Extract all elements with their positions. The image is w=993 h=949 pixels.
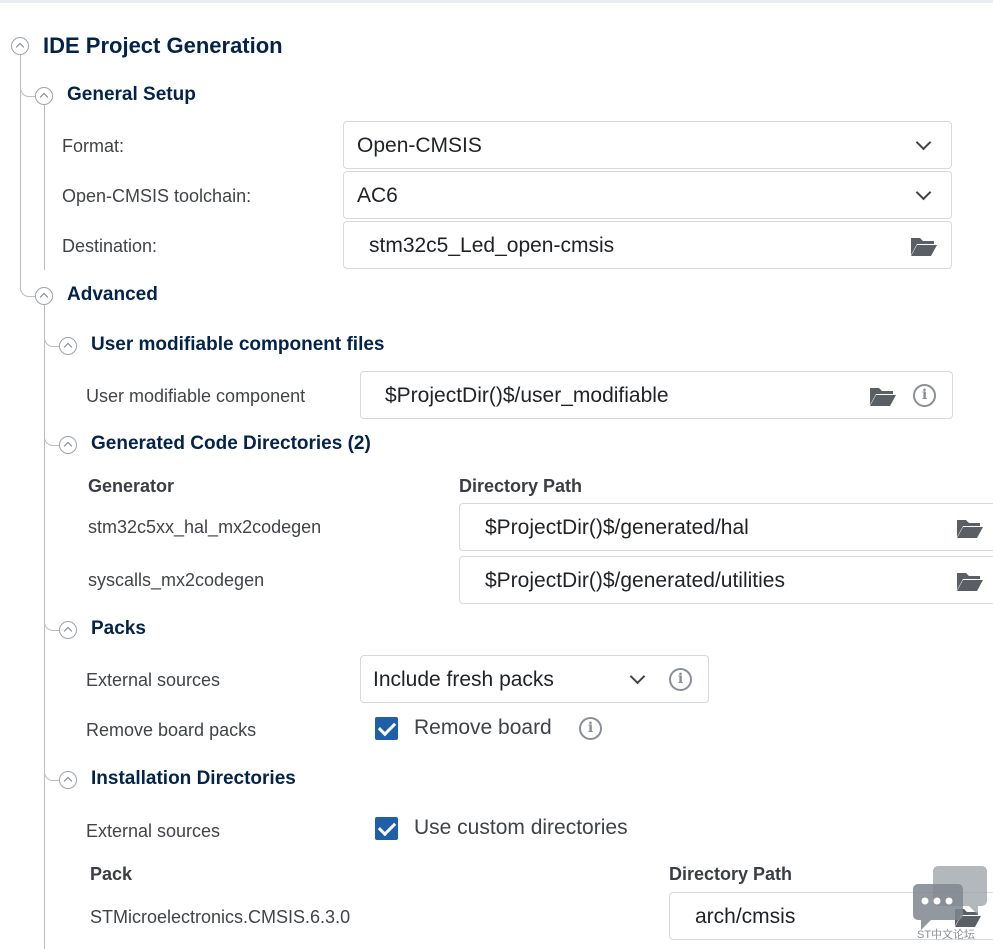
chevron-down-icon [629,668,646,685]
folder-open-icon[interactable] [869,385,897,407]
section-title-general-setup: General Setup [67,84,196,105]
toolchain-label: Open-CMSIS toolchain: [62,186,252,206]
collapse-icon[interactable] [59,621,77,639]
column-header-directory-path: Directory Path [669,864,793,884]
format-label: Format: [62,136,125,156]
generated-path-value: $ProjectDir()$/generated/utilities [485,569,785,592]
format-value: Open-CMSIS [357,134,482,157]
info-icon[interactable]: i [913,384,936,407]
folder-open-icon[interactable] [910,235,938,257]
tree-elbow-generated [44,429,59,446]
section-title-installation-directories: Installation Directories [91,768,296,789]
section-title-user-modifiable: User modifiable component files [91,334,385,355]
installation-external-sources-label: External sources [86,821,221,841]
external-sources-select[interactable]: Include fresh packs i [360,655,709,703]
section-title-generated-code: Generated Code Directories (2) [91,433,371,454]
collapse-icon[interactable] [59,771,77,789]
tree-elbow-packs [44,614,59,631]
column-header-generator: Generator [88,476,175,496]
top-border [0,0,993,3]
collapse-icon[interactable] [35,87,53,105]
folder-open-icon[interactable] [956,517,984,539]
table-row-generator: syscalls_mx2codegen [88,570,265,590]
chevron-down-icon [915,134,932,151]
table-row-generator: stm32c5xx_hal_mx2codegen [88,517,322,537]
ide-project-generation-panel: IDE Project Generation General Setup For… [0,0,993,949]
toolchain-select[interactable]: AC6 [343,171,952,219]
tree-line-general [44,105,45,270]
tree-elbow-installation [44,764,59,781]
column-header-pack: Pack [90,864,133,884]
section-title-packs: Packs [91,618,146,639]
destination-label: Destination: [62,236,158,256]
user-modifiable-value: $ProjectDir()$/user_modifiable [385,384,669,407]
remove-board-checkbox[interactable] [375,717,398,740]
collapse-icon[interactable] [35,287,53,305]
format-select[interactable]: Open-CMSIS [343,121,952,169]
collapse-icon[interactable] [59,436,77,454]
tree-elbow-advanced [20,280,35,297]
destination-value: stm32c5_Led_open-cmsis [369,234,615,257]
use-custom-directories-label[interactable]: Use custom directories [414,816,628,840]
remove-board-checkbox-label[interactable]: Remove board [414,716,552,740]
tree-elbow-general [20,80,35,97]
info-icon[interactable]: i [669,668,692,691]
pack-path-value: arch/cmsis [695,905,796,928]
tree-elbow-user-mod [44,330,59,347]
user-modifiable-field[interactable]: $ProjectDir()$/user_modifiable i [360,371,953,419]
remove-board-packs-label: Remove board packs [86,720,257,740]
collapse-icon[interactable] [59,337,77,355]
chevron-down-icon [915,184,932,201]
watermark-text: ST中文论坛 [917,929,976,941]
folder-open-icon[interactable] [956,570,984,592]
toolchain-value: AC6 [357,184,398,207]
external-sources-value: Include fresh packs [373,668,554,691]
destination-field[interactable]: stm32c5_Led_open-cmsis [343,221,952,269]
user-modifiable-label: User modifiable component [86,386,306,406]
column-header-directory-path: Directory Path [459,476,583,496]
generated-path-value: $ProjectDir()$/generated/hal [485,516,749,539]
section-title-ide-project-generation: IDE Project Generation [43,33,283,58]
collapse-icon[interactable] [11,37,29,55]
external-sources-label: External sources [86,670,221,690]
section-title-advanced: Advanced [67,284,158,305]
generated-path-field[interactable]: $ProjectDir()$/generated/hal [459,503,993,551]
table-row-pack: STMicroelectronics.CMSIS.6.3.0 [90,907,351,927]
info-icon[interactable]: i [579,717,602,740]
use-custom-directories-checkbox[interactable] [375,817,398,840]
generated-path-field[interactable]: $ProjectDir()$/generated/utilities [459,556,993,604]
